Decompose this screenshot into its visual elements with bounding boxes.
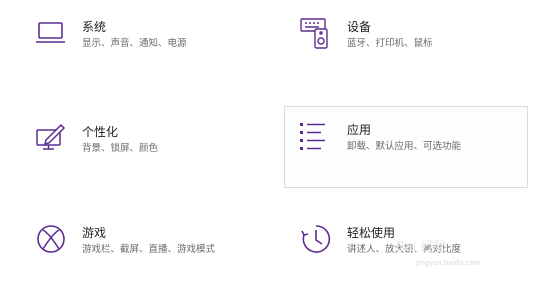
tile-description: 显示、声音、通知、电源 xyxy=(82,38,187,49)
tile-title: 设备 xyxy=(347,20,372,34)
laptop-icon xyxy=(34,16,68,50)
tile-title: 系统 xyxy=(82,20,107,34)
tile-title: 个性化 xyxy=(82,125,119,139)
tile-title: 游戏 xyxy=(82,226,107,240)
watermark: Bai 经验 xyxy=(396,240,447,255)
ease-of-access-icon xyxy=(299,222,333,256)
settings-tile-system[interactable]: 系统 显示、声音、通知、电源 xyxy=(34,16,276,92)
personalization-icon xyxy=(34,121,68,155)
watermark-url: jingyan.baidu.com xyxy=(416,259,481,267)
apps-list-icon xyxy=(297,119,331,153)
tile-title: 轻松使用 xyxy=(347,226,396,240)
settings-tile-personalization[interactable]: 个性化 背景、锁屏、颜色 xyxy=(34,121,276,197)
xbox-icon xyxy=(34,222,68,256)
settings-tile-gaming[interactable]: 游戏 游戏栏、截屏、直播、游戏模式 xyxy=(34,222,276,298)
tile-description: 蓝牙、打印机、鼠标 xyxy=(347,38,433,49)
tile-description: 背景、锁屏、颜色 xyxy=(82,143,159,154)
tile-description: 游戏栏、截屏、直播、游戏模式 xyxy=(82,244,216,255)
settings-tile-apps[interactable]: 应用 卸载、默认应用、可选功能 xyxy=(284,106,528,188)
tile-description: 卸载、默认应用、可选功能 xyxy=(347,141,462,152)
settings-tile-devices[interactable]: 设备 蓝牙、打印机、鼠标 xyxy=(299,16,534,92)
tile-title: 应用 xyxy=(347,123,372,137)
devices-icon xyxy=(299,16,333,50)
